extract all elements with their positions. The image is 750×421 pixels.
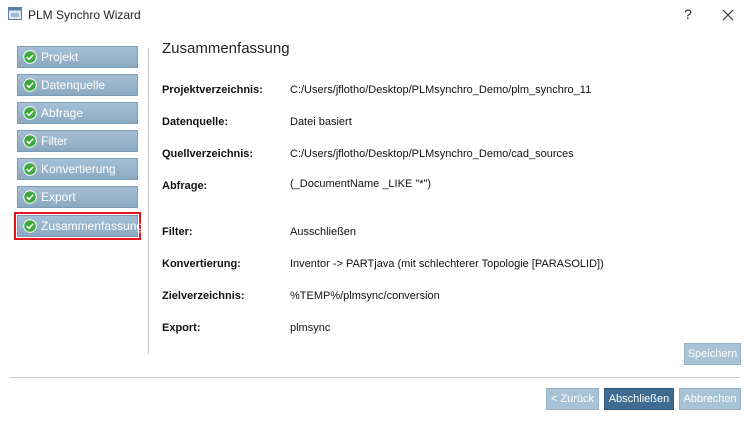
projektverzeichnis-value: C:/Users/jflotho/Desktop/PLMsynchro_Demo… [290,84,592,96]
filter-value: Ausschließen [290,226,357,238]
save-button[interactable]: Speichern [684,343,741,365]
quellverzeichnis-label: Quellverzeichnis: [162,148,254,160]
window-title: PLM Synchro Wizard [28,8,141,22]
konvertierung-value: Inventor -> PARTjava (mit schlechterer T… [290,258,604,270]
step-label: Export [41,190,76,204]
help-button[interactable]: ? [679,5,697,23]
step-label: Filter [41,134,68,148]
zielverzeichnis-label: Zielverzeichnis: [162,290,245,302]
step-zusammenfassung[interactable]: Zusammenfassung [14,212,143,240]
step-konvertierung[interactable]: Konvertierung [17,158,138,180]
finish-button[interactable]: Abschließen [604,388,674,410]
check-circle-icon [23,134,37,148]
horizontal-divider [10,377,740,378]
close-icon[interactable] [718,5,738,25]
step-datenquelle[interactable]: Datenquelle [17,74,138,96]
check-circle-icon [23,219,37,233]
step-label: Konvertierung [41,162,116,176]
check-circle-icon [23,106,37,120]
datenquelle-label: Datenquelle: [162,116,229,128]
back-button[interactable]: < Zurück [546,388,599,410]
step-label: Projekt [41,50,79,64]
step-filter[interactable]: Filter [17,130,138,152]
check-circle-icon [23,78,37,92]
abfrage-label: Abfrage: [162,180,208,192]
step-abfrage[interactable]: Abfrage [17,102,138,124]
step-export[interactable]: Export [17,186,138,208]
projektverzeichnis-label: Projektverzeichnis: [162,84,263,96]
step-label: Abfrage [41,106,84,120]
export-value: plmsync [290,322,331,334]
filter-label: Filter: [162,226,193,238]
quellverzeichnis-value: C:/Users/jflotho/Desktop/PLMsynchro_Demo… [290,148,574,160]
zielverzeichnis-value: %TEMP%/plmsync/conversion [290,290,440,302]
check-circle-icon [23,162,37,176]
title-bar: PLM Synchro Wizard ? [0,0,750,30]
datenquelle-value: Datei basiert [290,116,352,128]
step-label: Zusammenfassung [41,219,144,233]
vertical-divider [148,48,149,354]
step-label: Datenquelle [41,78,106,92]
check-circle-icon [23,50,37,64]
konvertierung-label: Konvertierung: [162,258,241,270]
step-projekt[interactable]: Projekt [17,46,138,68]
abfrage-value: (_DocumentName _LIKE "*") [290,178,432,190]
check-circle-icon [23,190,37,204]
app-icon [8,7,22,20]
cancel-button[interactable]: Abbrechen [679,388,741,410]
export-label: Export: [162,322,201,334]
page-title: Zusammenfassung [162,40,290,57]
